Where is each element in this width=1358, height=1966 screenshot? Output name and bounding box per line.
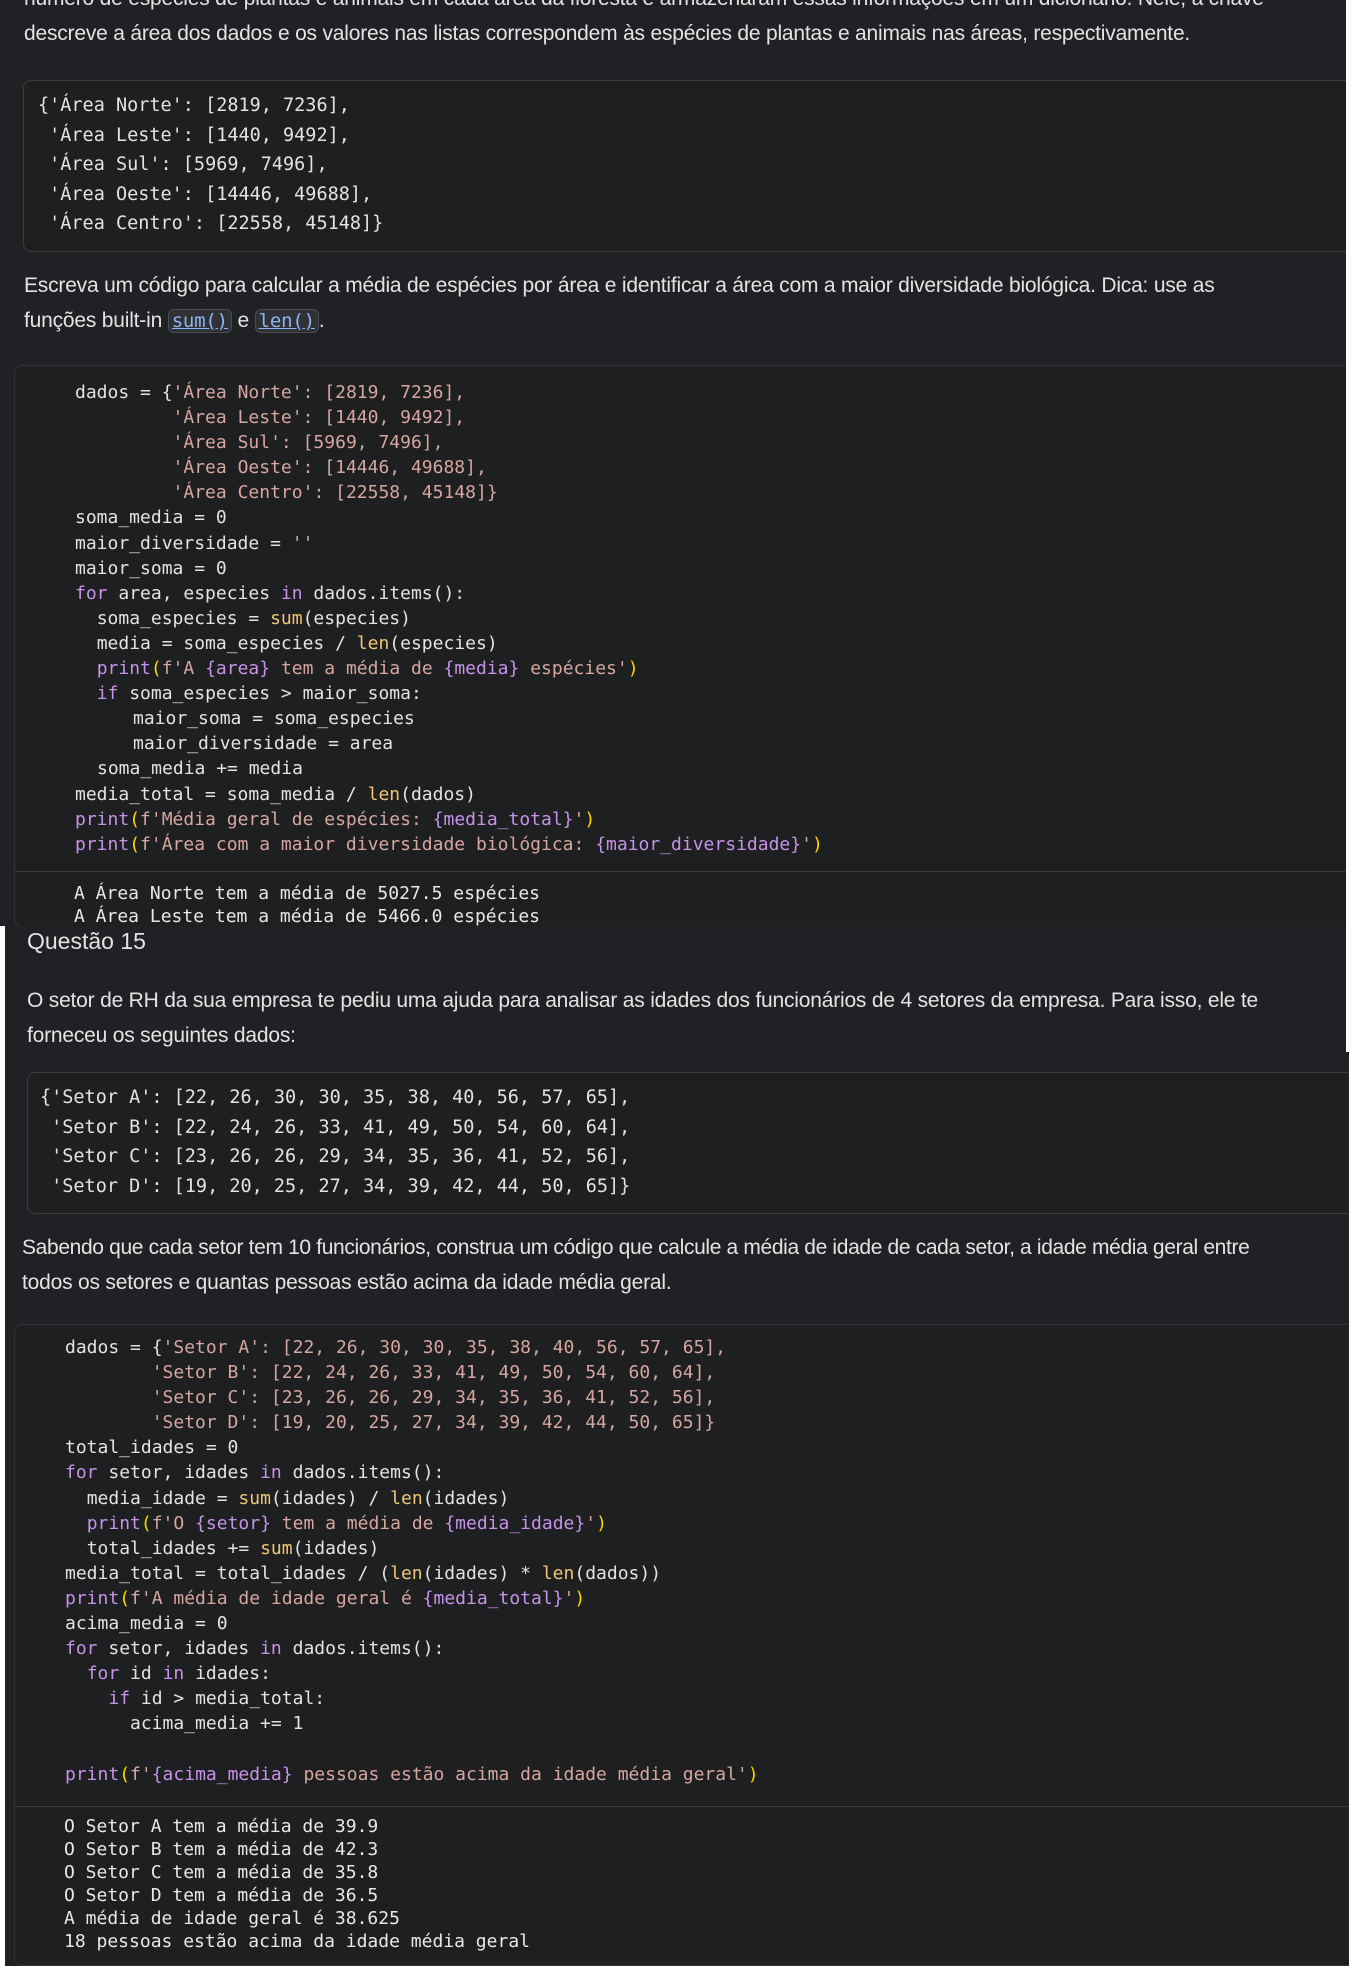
code-line: print(f'{acima_media} pessoas estão acim… <box>65 1763 759 1785</box>
code-line: maior_diversidade = area <box>133 733 394 755</box>
code-line: media_total = soma_media / len(dados) <box>75 783 476 805</box>
output-line: A Área Norte tem a média de 5027.5 espéc… <box>74 883 540 904</box>
q15-dict-line: {'Setor A': [22, 26, 30, 30, 35, 38, 40,… <box>40 1087 631 1108</box>
code-line: maior_diversidade = '' <box>75 532 314 554</box>
code-line: print(f'Área com a maior diversidade bio… <box>75 833 823 855</box>
code-line: media = soma_especies / len(especies) <box>96 632 498 654</box>
code-line: print(f'Média geral de espécies: {media_… <box>75 808 596 830</box>
q14-task-line2: funções built-in sum() e len(). <box>24 303 1330 339</box>
code-line: 'Área Oeste': [14446, 49688], <box>172 457 487 479</box>
q14-intro: número de espécies de plantas e animais … <box>24 0 1330 51</box>
code-line: 'Setor D': [19, 20, 25, 27, 34, 39, 42, … <box>151 1412 716 1434</box>
output-line: A média de idade geral é 38.625 <box>64 1908 400 1929</box>
code-line: for setor, idades in dados.items(): <box>65 1638 445 1660</box>
q14-code-output: A Área Norte tem a média de 5027.5 espéc… <box>15 871 1346 926</box>
q14-code-source: dados = {'Área Norte': [2819, 7236], 'Ár… <box>75 380 823 857</box>
q15-data-dictionary: {'Setor A': [22, 26, 30, 30, 35, 38, 40,… <box>27 1072 1349 1214</box>
code-line: for area, especies in dados.items(): <box>75 582 466 604</box>
code-line: maior_soma = soma_especies <box>133 708 415 730</box>
question-15-content-panel: {'Setor A': [22, 26, 30, 30, 35, 38, 40,… <box>5 1052 1349 1966</box>
code-line: total_idades = 0 <box>65 1437 239 1459</box>
question-14-panel: número de espécies de plantas e animais … <box>0 0 1346 926</box>
q14-task-text: funções built-in <box>24 309 168 332</box>
code-line: 'Área Centro': [22558, 45148]} <box>172 482 498 504</box>
code-line: if soma_especies > maior_soma: <box>96 683 422 705</box>
code-line: dados = {'Setor A': [22, 26, 30, 30, 35,… <box>65 1337 727 1358</box>
code-line: maior_soma = 0 <box>75 557 227 579</box>
q14-dict-line: 'Área Oeste': [14446, 49688], <box>38 183 373 205</box>
code-line: media_total = total_idades / (len(idades… <box>65 1562 662 1584</box>
q15-dict-line: 'Setor B': [22, 24, 26, 33, 41, 49, 50, … <box>40 1116 631 1138</box>
q14-data-dictionary: {'Área Norte': [2819, 7236], 'Área Leste… <box>23 80 1346 252</box>
q14-task-line1: Escreva um código para calcular a média … <box>24 274 1215 297</box>
q15-task: Sabendo que cada setor tem 10 funcionári… <box>22 1230 1349 1300</box>
output-line: O Setor D tem a média de 36.5 <box>64 1885 379 1906</box>
code-line: if id > media_total: <box>108 1688 326 1710</box>
q14-intro-line2: descreve a área dos dados e os valores n… <box>24 22 1191 45</box>
output-line: O Setor B tem a média de 42.3 <box>64 1839 379 1860</box>
code-line: soma_especies = sum(especies) <box>96 607 411 629</box>
code-line: 'Área Leste': [1440, 9492], <box>172 407 466 429</box>
q14-code-cell[interactable]: dados = {'Área Norte': [2819, 7236], 'Ár… <box>14 365 1346 926</box>
q14-dict-line: 'Área Centro': [22558, 45148]} <box>38 213 384 234</box>
q14-dict-line: {'Área Norte': [2819, 7236], <box>38 95 350 116</box>
output-line: O Setor A tem a média de 39.9 <box>64 1816 379 1837</box>
code-line: for id in idades: <box>86 1663 271 1685</box>
q15-intro-line1: O setor de RH da sua empresa te pediu um… <box>27 989 1259 1012</box>
code-line: print(f'O {setor} tem a média de {media_… <box>86 1512 607 1534</box>
code-line: 'Setor B': [22, 24, 26, 33, 41, 49, 50, … <box>151 1362 716 1384</box>
code-line: media_idade = sum(idades) / len(idades) <box>86 1487 510 1509</box>
code-line: print(f'A {area} tem a média de {media} … <box>96 658 639 680</box>
code-line: acima_media = 0 <box>65 1613 228 1635</box>
code-line: total_idades += sum(idades) <box>86 1537 380 1559</box>
q15-dict-line: 'Setor D': [19, 20, 25, 27, 34, 39, 42, … <box>40 1175 631 1197</box>
q15-code-cell[interactable]: dados = {'Setor A': [22, 26, 30, 30, 35,… <box>14 1324 1349 1966</box>
code-line: soma_media += media <box>97 758 303 780</box>
len-function-link[interactable]: len() <box>254 309 319 333</box>
q14-dict-line: 'Área Sul': [5969, 7496], <box>38 154 328 175</box>
code-line: for setor, idades in dados.items(): <box>65 1462 445 1484</box>
output-line: 18 pessoas estão acima da idade média ge… <box>64 1931 530 1952</box>
q15-dict-line: 'Setor C': [23, 26, 26, 29, 34, 35, 36, … <box>40 1146 631 1167</box>
q14-task-text: . <box>318 309 325 332</box>
sum-function-link[interactable]: sum() <box>167 309 232 333</box>
q15-task-line2: todos os setores e quantas pessoas estão… <box>22 1271 672 1294</box>
code-line: acima_media += 1 <box>130 1713 304 1735</box>
code-line: 'Setor C': [23, 26, 26, 29, 34, 35, 36, … <box>151 1387 716 1409</box>
q14-task: Escreva um código para calcular a média … <box>24 268 1330 339</box>
q15-intro: O setor de RH da sua empresa te pediu um… <box>27 983 1330 1053</box>
code-line: soma_media = 0 <box>75 507 227 529</box>
q14-task-text: e <box>231 309 255 332</box>
q15-code-output: O Setor A tem a média de 39.9 O Setor B … <box>15 1806 1349 1965</box>
q14-dict-line: 'Área Leste': [1440, 9492], <box>38 124 350 146</box>
question-15-panel: Questão 15 O setor de RH da sua empresa … <box>5 926 1346 1056</box>
q15-heading: Questão 15 <box>27 928 146 954</box>
q15-intro-line2: forneceu os seguintes dados: <box>27 1024 296 1047</box>
q14-intro-line1: número de espécies de plantas e animais … <box>24 0 1330 16</box>
q15-code-source: dados = {'Setor A': [22, 26, 30, 30, 35,… <box>65 1335 759 1787</box>
code-line: print(f'A média de idade geral é {media_… <box>65 1587 586 1609</box>
q15-task-line1: Sabendo que cada setor tem 10 funcionári… <box>22 1236 1250 1259</box>
code-line: 'Área Sul': [5969, 7496], <box>172 432 444 454</box>
output-line: O Setor C tem a média de 35.8 <box>64 1862 379 1883</box>
code-line: dados = {'Área Norte': [2819, 7236], <box>75 382 466 403</box>
output-line: A Área Leste tem a média de 5466.0 espéc… <box>74 906 540 926</box>
